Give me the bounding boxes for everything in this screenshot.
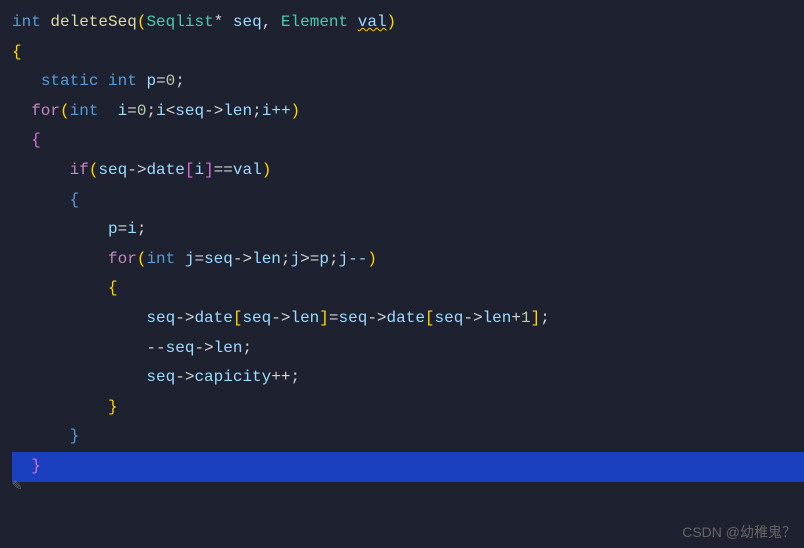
code-line: {: [12, 274, 804, 304]
brace-open: {: [108, 279, 118, 297]
brace-open: {: [12, 43, 22, 61]
code-line: }: [12, 393, 804, 423]
keyword-static: static: [41, 72, 99, 90]
code-line: --seq->len;: [12, 334, 804, 364]
keyword-for: for: [108, 250, 137, 268]
code-line: int deleteSeq(Seqlist* seq, Element val): [12, 8, 804, 38]
code-line: seq->capicity++;: [12, 363, 804, 393]
code-line-highlighted: }: [12, 452, 804, 482]
code-line: if(seq->date[i]==val): [12, 156, 804, 186]
code-line: p=i;: [12, 215, 804, 245]
brace-open: {: [70, 191, 80, 209]
edit-icon[interactable]: ✎: [12, 472, 22, 502]
code-line: seq->date[seq->len]=seq->date[seq->len+1…: [12, 304, 804, 334]
keyword-if: if: [70, 161, 89, 179]
type-name: Seqlist: [146, 13, 213, 31]
code-line: for(int i=0;i<seq->len;i++): [12, 97, 804, 127]
code-line: static int p=0;: [12, 67, 804, 97]
code-line: }: [12, 422, 804, 452]
parameter-warning: val: [358, 13, 387, 31]
code-line: {: [12, 186, 804, 216]
watermark: CSDN @幼稚鬼？: [682, 520, 796, 546]
function-name: deleteSeq: [50, 13, 136, 31]
keyword-type: int: [12, 13, 41, 31]
brace-close: }: [108, 398, 118, 416]
brace-close: }: [70, 427, 80, 445]
code-line: {: [12, 126, 804, 156]
brace-close: }: [31, 457, 41, 475]
keyword-int: int: [108, 72, 137, 90]
keyword-for: for: [31, 102, 60, 120]
code-editor[interactable]: int deleteSeq(Seqlist* seq, Element val)…: [0, 0, 804, 548]
brace-open: {: [31, 131, 41, 149]
parameter: seq: [233, 13, 262, 31]
code-line: for(int j=seq->len;j>=p;j--): [12, 245, 804, 275]
code-line: {: [12, 38, 804, 68]
type-name: Element: [281, 13, 348, 31]
